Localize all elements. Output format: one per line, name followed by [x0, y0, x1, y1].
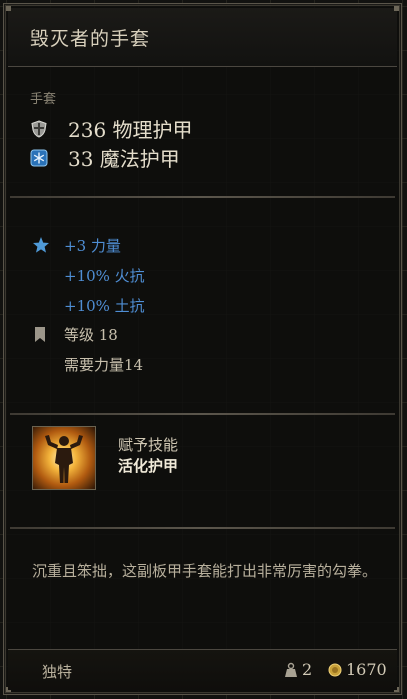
item-level: 等级 18: [64, 326, 118, 344]
item-name: 毁灭者的手套: [30, 28, 151, 50]
snowflake-icon: [30, 149, 48, 167]
corner-ornament: [6, 6, 11, 11]
item-rarity: 独特: [42, 663, 73, 681]
skill-name: 活化护甲: [118, 457, 179, 475]
title-bar: 毁灭者的手套: [8, 8, 397, 67]
item-tooltip: 毁灭者的手套 手套 236 物理护甲 33 魔法护甲 +3 力量 +10% 火抗…: [3, 3, 402, 695]
shield-icon: [30, 120, 48, 138]
item-description: 沉重且笨拙，这副板甲手套能打出非常厉害的勾拳。: [32, 562, 378, 580]
tooltip-footer: 独特 2 1670: [8, 649, 397, 690]
bonus-fire-resistance: +10% 火抗: [64, 267, 145, 285]
item-weight: 2: [302, 660, 313, 679]
item-value: 1670: [346, 660, 387, 679]
strength-requirement: 需要力量14: [64, 356, 144, 374]
item-category: 手套: [30, 92, 57, 107]
weight-icon: [284, 662, 298, 678]
star-icon: [32, 236, 50, 254]
section-divider: [10, 413, 395, 415]
corner-ornament: [394, 6, 399, 11]
physical-armor: 236 物理护甲: [68, 118, 193, 142]
gold-coin-icon: [328, 662, 342, 678]
bonus-earth-resistance: +10% 土抗: [64, 297, 145, 315]
flexing-figure-icon[interactable]: [32, 426, 96, 490]
bookmark-icon: [33, 326, 47, 344]
magic-armor: 33 魔法护甲: [68, 147, 180, 171]
section-divider: [10, 196, 395, 198]
bonus-strength: +3 力量: [64, 237, 121, 255]
skill-heading: 赋予技能: [118, 436, 179, 454]
section-divider: [10, 527, 395, 529]
